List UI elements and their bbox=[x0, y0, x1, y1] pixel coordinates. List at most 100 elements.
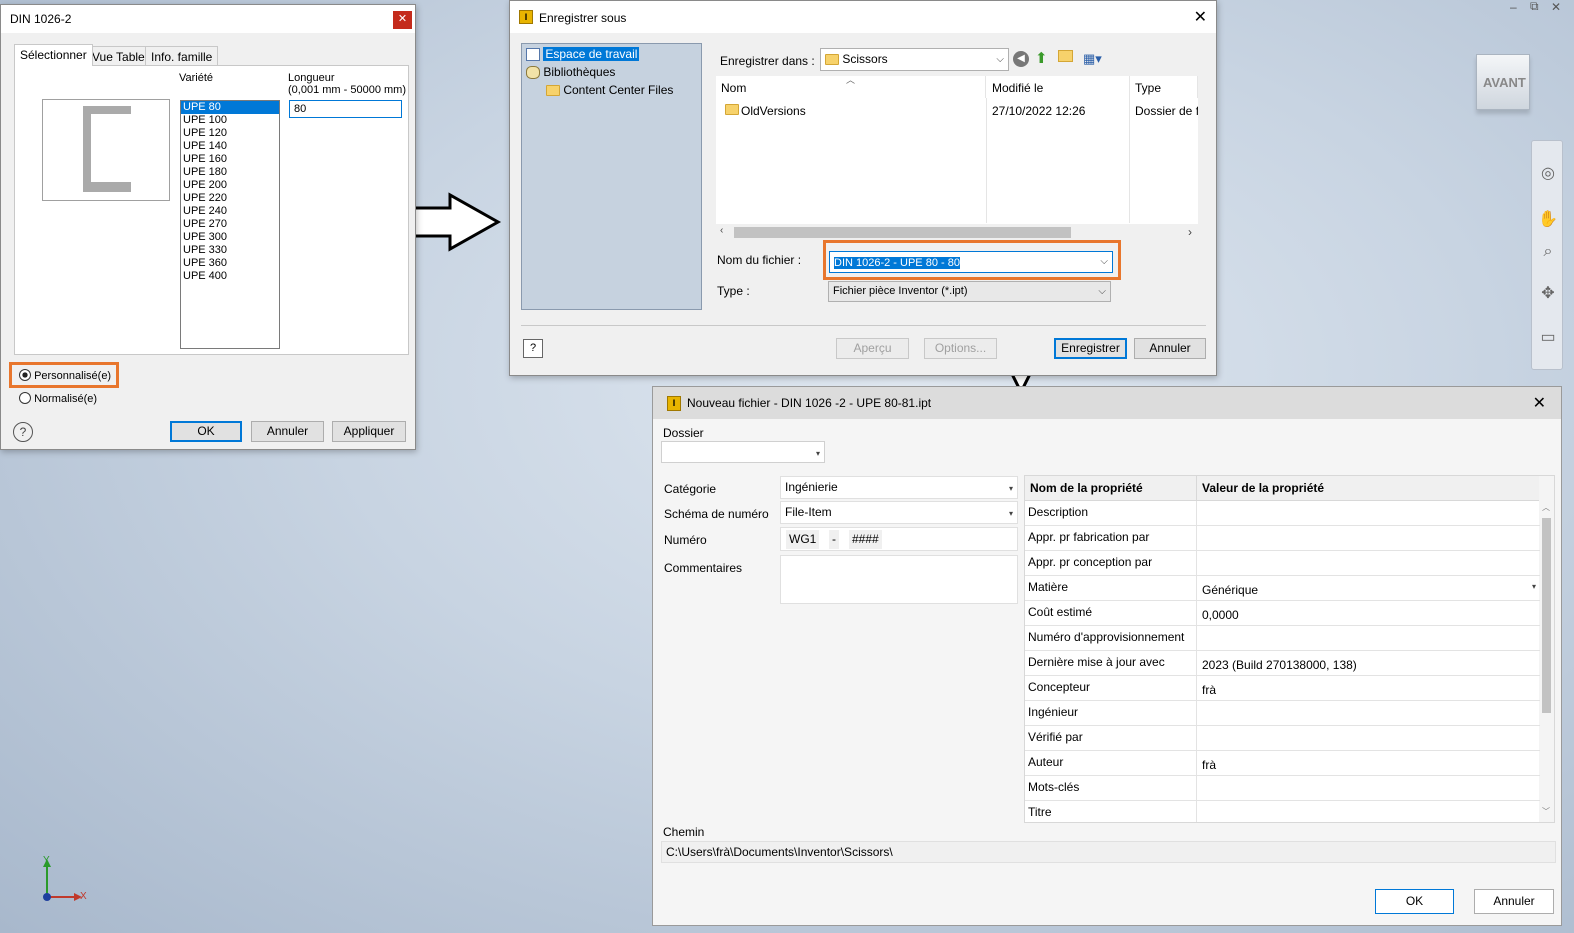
ok-button[interactable]: OK bbox=[1375, 889, 1454, 914]
folder-combo[interactable]: ▾ bbox=[661, 441, 825, 463]
column-divider bbox=[1196, 526, 1197, 551]
tree-item-libraries[interactable]: Bibliothèques bbox=[526, 65, 616, 80]
scroll-left-icon[interactable]: ‹ bbox=[720, 225, 723, 236]
chevron-down-icon[interactable]: ▾ bbox=[1532, 582, 1536, 591]
options-button[interactable]: Options... bbox=[924, 338, 997, 359]
list-item[interactable]: UPE 140 bbox=[181, 140, 279, 153]
new-folder-icon[interactable] bbox=[1058, 50, 1073, 62]
length-input[interactable]: 80 bbox=[289, 100, 402, 118]
table-row[interactable]: Appr. pr fabrication par bbox=[1025, 526, 1540, 551]
table-row[interactable]: Ingénieur bbox=[1025, 701, 1540, 726]
scrollbar-thumb[interactable] bbox=[734, 227, 1071, 238]
table-row[interactable]: Mots-clés bbox=[1025, 776, 1540, 801]
minimize-icon[interactable]: – bbox=[1510, 0, 1517, 14]
list-item[interactable]: UPE 270 bbox=[181, 218, 279, 231]
column-header-modified[interactable]: Modifié le bbox=[987, 76, 1130, 98]
preview-button[interactable]: Aperçu bbox=[836, 338, 909, 359]
list-item[interactable]: UPE 240 bbox=[181, 205, 279, 218]
pan-hand-icon[interactable]: ✋ bbox=[1537, 209, 1559, 231]
horizontal-scrollbar[interactable]: ‹ › bbox=[716, 224, 1198, 241]
help-icon[interactable]: ? bbox=[13, 422, 33, 442]
tab-select[interactable]: Sélectionner bbox=[14, 44, 93, 66]
table-row[interactable]: Description bbox=[1025, 501, 1540, 526]
property-value[interactable]: 2023 (Build 270138000, 138) bbox=[1202, 658, 1357, 672]
variety-list[interactable]: UPE 80 UPE 100 UPE 120 UPE 140 UPE 160 UPE 18… bbox=[180, 100, 280, 349]
table-row[interactable]: Concepteur frà bbox=[1025, 676, 1540, 701]
list-item[interactable]: UPE 160 bbox=[181, 153, 279, 166]
property-value[interactable]: frà bbox=[1202, 758, 1216, 772]
table-row[interactable]: Coût estimé 0,0000 bbox=[1025, 601, 1540, 626]
tree-item-label: Bibliothèques bbox=[543, 65, 616, 79]
back-icon[interactable]: ◀ bbox=[1013, 51, 1029, 67]
scroll-right-icon[interactable]: › bbox=[1188, 225, 1192, 239]
filename-input[interactable]: DIN 1026-2 - UPE 80 - 80 ⌵ bbox=[829, 251, 1113, 273]
list-item[interactable]: UPE 300 bbox=[181, 231, 279, 244]
column-divider bbox=[1196, 776, 1197, 801]
save-button[interactable]: Enregistrer bbox=[1054, 338, 1127, 359]
ok-button[interactable]: OK bbox=[170, 421, 242, 442]
number-label: Numéro bbox=[664, 533, 707, 547]
scrollbar-thumb[interactable] bbox=[1542, 518, 1551, 713]
close-button[interactable]: ✕ bbox=[393, 11, 412, 29]
sort-chevron-icon: ︿ bbox=[846, 75, 856, 85]
list-item[interactable]: UPE 330 bbox=[181, 244, 279, 257]
apply-button[interactable]: Appliquer bbox=[332, 421, 406, 442]
list-item[interactable]: UPE 360 bbox=[181, 257, 279, 270]
list-item[interactable]: UPE 80 bbox=[181, 101, 279, 114]
tab-table-view[interactable]: Vue Table bbox=[86, 46, 151, 66]
type-combo[interactable]: Fichier pièce Inventor (*.ipt) ⌵ bbox=[828, 281, 1111, 302]
save-in-combo[interactable]: Scissors ⌵ bbox=[820, 48, 1009, 71]
restore-icon[interactable]: ⧉ bbox=[1530, 0, 1539, 14]
property-value[interactable]: 0,0000 bbox=[1202, 608, 1239, 622]
cancel-button[interactable]: Annuler bbox=[1474, 889, 1554, 914]
table-row[interactable]: Dernière mise à jour avec 2023 (Build 270… bbox=[1025, 651, 1540, 676]
list-item[interactable]: UPE 120 bbox=[181, 127, 279, 140]
category-combo[interactable]: Ingénierie ▾ bbox=[780, 476, 1018, 499]
table-row[interactable]: Matière Générique ▾ bbox=[1025, 576, 1540, 601]
comments-textarea[interactable] bbox=[780, 555, 1018, 604]
path-field: C:\Users\frà\Documents\Inventor\Scissors… bbox=[661, 841, 1556, 863]
column-header-property-name: Nom de la propriété bbox=[1030, 481, 1143, 495]
list-item[interactable]: UPE 200 bbox=[181, 179, 279, 192]
close-icon[interactable]: ✕ bbox=[1551, 0, 1561, 14]
radio-custom[interactable]: Personnalisé(e) bbox=[19, 369, 111, 382]
table-row[interactable]: Numéro d'approvisionnement bbox=[1025, 626, 1540, 651]
property-value[interactable]: Générique bbox=[1202, 583, 1258, 597]
steering-wheel-icon[interactable]: ◎ bbox=[1537, 163, 1559, 185]
channel-profile-icon bbox=[83, 106, 131, 192]
table-row[interactable]: Titre bbox=[1025, 801, 1540, 822]
table-row[interactable]: Auteur frà bbox=[1025, 751, 1540, 776]
radio-standard[interactable]: Normalisé(e) bbox=[19, 392, 97, 405]
cancel-button[interactable]: Annuler bbox=[251, 421, 324, 442]
chevron-down-icon: ⌵ bbox=[1098, 286, 1106, 297]
save-in-value: Scissors bbox=[842, 52, 888, 66]
list-item[interactable]: UPE 220 bbox=[181, 192, 279, 205]
close-icon[interactable]: ✕ bbox=[1533, 393, 1546, 413]
list-item[interactable]: UPE 180 bbox=[181, 166, 279, 179]
list-item[interactable]: UPE 400 bbox=[181, 270, 279, 283]
up-folder-icon[interactable]: ⬆ bbox=[1035, 49, 1048, 67]
tree-item-workspace[interactable]: Espace de travail bbox=[526, 47, 640, 62]
look-at-icon[interactable]: ▭ bbox=[1537, 327, 1559, 349]
number-field[interactable]: WG1 - #### bbox=[780, 527, 1018, 551]
list-item[interactable]: UPE 100 bbox=[181, 114, 279, 127]
vertical-scrollbar[interactable]: ︿ ﹀ bbox=[1539, 476, 1554, 822]
viewcube[interactable]: AVANT bbox=[1476, 54, 1530, 110]
table-row[interactable]: Vérifié par bbox=[1025, 726, 1540, 751]
view-menu-icon[interactable]: ▦▾ bbox=[1083, 51, 1102, 67]
file-row[interactable]: OldVersions 27/10/2022 12:26 Dossier de … bbox=[716, 102, 1198, 120]
close-icon[interactable]: ✕ bbox=[1194, 7, 1207, 27]
property-value[interactable]: frà bbox=[1202, 683, 1216, 697]
table-row[interactable]: Appr. pr conception par bbox=[1025, 551, 1540, 576]
scroll-up-icon[interactable]: ︿ bbox=[1542, 502, 1550, 513]
cancel-button[interactable]: Annuler bbox=[1134, 338, 1206, 359]
tab-family-info[interactable]: Info. famille bbox=[145, 46, 219, 66]
scroll-down-icon[interactable]: ﹀ bbox=[1542, 806, 1550, 817]
help-icon[interactable]: ? bbox=[523, 339, 543, 358]
orbit-icon[interactable]: ✥ bbox=[1537, 283, 1559, 305]
zoom-icon[interactable]: ⌕ bbox=[1537, 241, 1559, 263]
tree-item-content-center[interactable]: Content Center Files bbox=[546, 83, 673, 97]
column-header-type[interactable]: Type bbox=[1130, 76, 1198, 98]
number-mask[interactable]: #### bbox=[849, 530, 882, 549]
scheme-combo[interactable]: File-Item ▾ bbox=[780, 501, 1018, 524]
